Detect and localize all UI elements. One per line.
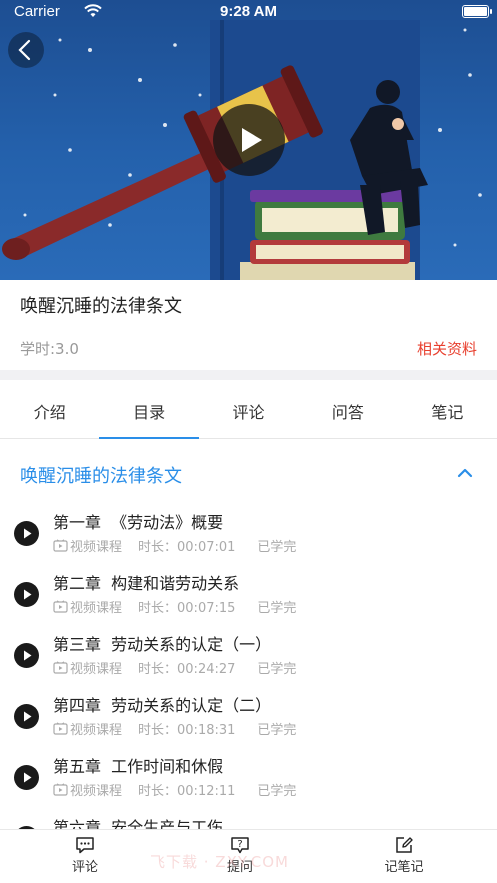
lesson-meta: 视频课程 时长：00:24:27 已学完 <box>53 658 296 677</box>
comment-label: 评论 <box>71 860 98 875</box>
lesson-title: 第二章 构建和谐劳动关系 <box>53 574 240 593</box>
lesson-title: 第一章 《劳动法》概要 <box>53 513 224 532</box>
lesson-duration: 时长：00:12:11 <box>138 784 236 799</box>
lesson-title: 第五章 工作时间和休假 <box>53 757 224 776</box>
tab-comments[interactable]: 评论 <box>199 380 298 438</box>
lesson-item[interactable]: 第四章 劳动关系的认定（二） 视频课程 时长：00:18:31 已学完 <box>0 692 497 753</box>
lesson-status: 已学完 <box>257 601 297 616</box>
lesson-item[interactable]: 第一章 《劳动法》概要 视频课程 时长：00:07:01 已学完 <box>0 509 497 570</box>
chapter-title[interactable]: 唤醒沉睡的法律条文 <box>20 462 182 488</box>
lesson-status: 已学完 <box>257 662 297 677</box>
clock: 9:28 AM <box>220 3 277 20</box>
lesson-play-icon[interactable] <box>14 521 39 546</box>
tab-intro[interactable]: 介绍 <box>0 380 99 438</box>
comment-button[interactable]: 评论 <box>55 836 115 875</box>
lesson-meta: 视频课程 时长：00:07:01 已学完 <box>53 536 296 555</box>
lesson-meta: 视频课程 时长：00:12:11 已学完 <box>53 780 296 799</box>
edit-note-icon <box>396 837 413 853</box>
chevron-up-icon[interactable] <box>457 464 473 483</box>
tab-catalog[interactable]: 目录 <box>99 380 200 439</box>
lesson-item[interactable]: 第五章 工作时间和休假 视频课程 时长：00:12:11 已学完 <box>0 753 497 814</box>
video-icon <box>53 783 68 796</box>
video-player[interactable]: Carrier 9:28 AM <box>0 0 497 280</box>
play-button[interactable] <box>213 104 285 176</box>
take-note-button[interactable]: 记笔记 <box>374 836 434 875</box>
lesson-meta: 视频课程 时长：00:18:31 已学完 <box>53 719 296 738</box>
lesson-play-icon[interactable] <box>14 704 39 729</box>
play-icon <box>242 128 262 152</box>
lesson-type: 视频课程 <box>70 540 123 555</box>
lesson-duration: 时长：00:18:31 <box>138 723 236 738</box>
lesson-status: 已学完 <box>257 723 297 738</box>
lesson-play-icon[interactable] <box>14 643 39 668</box>
lesson-duration: 时长：00:07:01 <box>138 540 236 555</box>
related-materials-link[interactable]: 相关资料 <box>417 338 477 359</box>
battery-icon <box>462 5 492 18</box>
video-icon <box>53 539 68 552</box>
tab-notes[interactable]: 笔记 <box>398 380 497 438</box>
video-icon <box>53 722 68 735</box>
lesson-type: 视频课程 <box>70 601 123 616</box>
section-divider <box>0 370 497 380</box>
lesson-title: 第四章 劳动关系的认定（二） <box>53 696 272 715</box>
lesson-meta: 视频课程 时长：00:07:15 已学完 <box>53 597 296 616</box>
course-title: 唤醒沉睡的法律条文 <box>20 296 182 317</box>
lesson-item[interactable]: 第三章 劳动关系的认定（一） 视频课程 时长：00:24:27 已学完 <box>0 631 497 692</box>
lesson-title: 第三章 劳动关系的认定（一） <box>53 635 272 654</box>
lesson-type: 视频课程 <box>70 784 123 799</box>
lesson-type: 视频课程 <box>70 723 123 738</box>
video-icon <box>53 661 68 674</box>
status-bar: Carrier 9:28 AM <box>0 0 497 24</box>
lesson-type: 视频课程 <box>70 662 123 677</box>
lesson-item[interactable]: 第二章 构建和谐劳动关系 视频课程 时长：00:07:15 已学完 <box>0 570 497 631</box>
lesson-status: 已学完 <box>257 784 297 799</box>
video-icon <box>53 600 68 613</box>
lesson-play-icon[interactable] <box>14 582 39 607</box>
study-hours: 学时:3.0 <box>20 340 79 358</box>
lesson-status: 已学完 <box>257 540 297 555</box>
back-icon <box>18 39 31 61</box>
lesson-duration: 时长：00:24:27 <box>138 662 236 677</box>
tab-bar: 介绍 目录 评论 问答 笔记 <box>0 380 497 439</box>
svg-text:?: ? <box>237 839 242 850</box>
lesson-play-icon[interactable] <box>14 765 39 790</box>
back-button[interactable] <box>8 32 44 68</box>
note-label: 记笔记 <box>384 860 424 875</box>
watermark-text: 飞下载 · ZXY.COM <box>150 853 289 871</box>
tab-qa[interactable]: 问答 <box>298 380 397 438</box>
lesson-duration: 时长：00:07:15 <box>138 601 236 616</box>
comment-icon <box>76 837 94 854</box>
